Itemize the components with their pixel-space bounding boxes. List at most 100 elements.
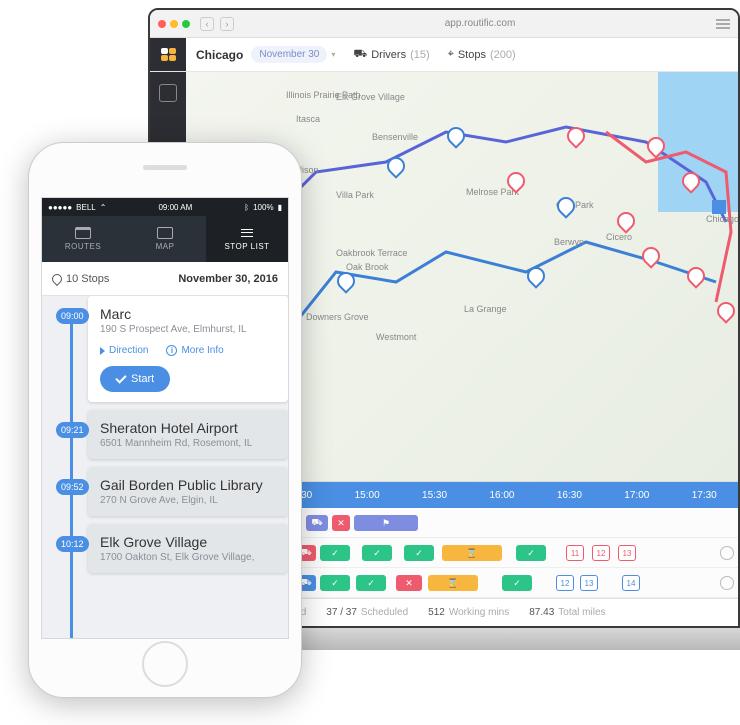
start-button[interactable]: Start [100, 366, 170, 392]
map-pin-icon[interactable] [446, 127, 462, 147]
tab-routes[interactable]: ROUTES [42, 216, 124, 262]
route-vertical-line [70, 314, 73, 638]
app-logo-cell [150, 38, 186, 71]
mini-segment[interactable]: 13 [618, 545, 636, 561]
subheader-date: November 30, 2016 [178, 273, 278, 285]
list-icon [239, 227, 255, 239]
status-time: 09:00 AM [158, 203, 192, 212]
stop-card[interactable]: 10:12 Elk Grove Village 1700 Oakton St, … [88, 524, 288, 573]
copy-icon[interactable] [159, 84, 177, 102]
stop-card-current[interactable]: 09:00 Marc 190 S Prospect Ave, Elmhurst,… [88, 296, 288, 402]
map-pin-icon[interactable] [556, 197, 572, 217]
map-icon [157, 227, 173, 239]
map-pin-icon[interactable] [681, 172, 697, 192]
vehicle-segment[interactable]: ⛟ [306, 515, 328, 531]
stop-title: Sheraton Hotel Airport [100, 420, 276, 436]
stop-card[interactable]: 09:52 Gail Borden Public Library 270 N G… [88, 467, 288, 516]
map-city-label: Bensenville [372, 132, 418, 142]
stops-toggle[interactable]: ⌖ Stops (200) [448, 48, 516, 61]
mini-segment[interactable]: 12 [592, 545, 610, 561]
battery-icon: ▮ [278, 203, 282, 212]
stop-time-badge: 09:00 [56, 308, 89, 324]
map-city-label: La Grange [464, 304, 507, 314]
stop-segment[interactable]: ✓ [502, 575, 532, 591]
stop-title: Elk Grove Village [100, 534, 276, 550]
pin-icon [50, 271, 64, 285]
map-city-label: Oak Brook [346, 262, 389, 272]
arrow-icon [100, 347, 105, 355]
stop-address: 190 S Prospect Ave, Elmhurst, IL [100, 324, 276, 335]
stop-segment[interactable]: ✓ [362, 545, 392, 561]
bluetooth-icon: ᛒ [244, 203, 249, 212]
stop-segment[interactable]: ⌛ [442, 545, 502, 561]
map-city-label: Cicero [606, 232, 632, 242]
tab-stoplist[interactable]: STOP LIST [206, 216, 288, 262]
stop-time-badge: 10:12 [56, 536, 89, 552]
map-pin-icon[interactable] [526, 267, 542, 287]
phone-status-bar: ●●●●●BELL⌃ 09:00 AM ᛒ100%▮ [42, 198, 288, 216]
map-pin-icon[interactable] [646, 137, 662, 157]
stop-segment[interactable]: ⌛ [428, 575, 478, 591]
stop-segment[interactable]: ✕ [332, 515, 350, 531]
pin-icon: ⌖ [448, 48, 454, 61]
app-topbar: Chicago November 30 ▾ ⛟ Drivers (15) ⌖ S… [150, 38, 738, 72]
phone-tabbar: ROUTES MAP STOP LIST [42, 216, 288, 262]
map-pin-icon[interactable] [506, 172, 522, 192]
tab-map[interactable]: MAP [124, 216, 206, 262]
destination-flag-icon[interactable] [712, 200, 726, 214]
map-city-label: Westmont [376, 332, 416, 342]
map-pin-icon[interactable] [641, 247, 657, 267]
stop-address: 1700 Oakton St, Elk Grove Village, [100, 552, 276, 563]
browser-forward-button[interactable]: › [220, 17, 234, 31]
browser-back-button[interactable]: ‹ [200, 17, 214, 31]
window-traffic-lights[interactable] [158, 20, 190, 28]
map-pin-icon[interactable] [686, 267, 702, 287]
direction-link[interactable]: Direction [100, 345, 148, 356]
more-info-link[interactable]: iMore Info [166, 345, 223, 356]
map-pin-icon[interactable] [616, 212, 632, 232]
stop-segment[interactable]: ✓ [356, 575, 386, 591]
phone-device: ●●●●●BELL⌃ 09:00 AM ᛒ100%▮ ROUTES MAP ST… [28, 142, 302, 698]
date-pill[interactable]: November 30 [251, 46, 327, 63]
map-city-label: Illinois Prairie Path [286, 90, 361, 100]
stop-card[interactable]: 09:21 Sheraton Hotel Airport 6501 Mannhe… [88, 410, 288, 459]
stop-address: 270 N Grove Ave, Elgin, IL [100, 495, 276, 506]
drivers-toggle[interactable]: ⛟ Drivers (15) [353, 48, 429, 62]
stop-segment[interactable]: ✓ [320, 575, 350, 591]
stop-title: Marc [100, 306, 276, 322]
browser-url[interactable]: app.routific.com [244, 18, 716, 29]
car-icon: ⛟ [353, 48, 367, 62]
stop-list[interactable]: 09:00 Marc 190 S Prospect Ave, Elmhurst,… [42, 296, 288, 638]
map-city-label: Chicago [706, 214, 738, 224]
map-pin-icon[interactable] [386, 157, 402, 177]
stoplist-subheader: 10 Stops November 30, 2016 [42, 262, 288, 296]
hamburger-icon[interactable] [716, 19, 730, 29]
mini-segment[interactable]: 12 [556, 575, 574, 591]
map-pin-icon[interactable] [716, 302, 732, 322]
flag-segment[interactable]: ⚑ [354, 515, 418, 531]
mini-segment[interactable]: 13 [580, 575, 598, 591]
clock-icon [720, 576, 734, 590]
map-city-label: Downers Grove [306, 312, 369, 322]
stop-segment[interactable]: ✓ [320, 545, 350, 561]
stop-segment[interactable]: ✕ [396, 575, 422, 591]
chevron-down-icon[interactable]: ▾ [331, 50, 335, 59]
stop-address: 6501 Mannheim Rd, Rosemont, IL [100, 438, 276, 449]
mini-segment[interactable]: 11 [566, 545, 584, 561]
map-city-label: Villa Park [336, 190, 374, 200]
map-pin-icon[interactable] [566, 127, 582, 147]
stop-segment[interactable]: ✓ [404, 545, 434, 561]
info-icon: i [166, 345, 177, 356]
mini-segment[interactable]: 14 [622, 575, 640, 591]
routific-logo-icon [160, 48, 176, 62]
project-city[interactable]: Chicago [196, 48, 243, 62]
map-pin-icon[interactable] [336, 272, 352, 292]
map-city-label: Itasca [296, 114, 320, 124]
map-city-label: Oakbrook Terrace [336, 248, 407, 258]
stop-segment[interactable]: ✓ [516, 545, 546, 561]
map-city-label: Berwyn [554, 237, 584, 247]
wifi-icon: ⌃ [100, 203, 107, 212]
check-icon [115, 372, 126, 383]
stop-time-badge: 09:52 [56, 479, 89, 495]
stop-title: Gail Borden Public Library [100, 477, 276, 493]
